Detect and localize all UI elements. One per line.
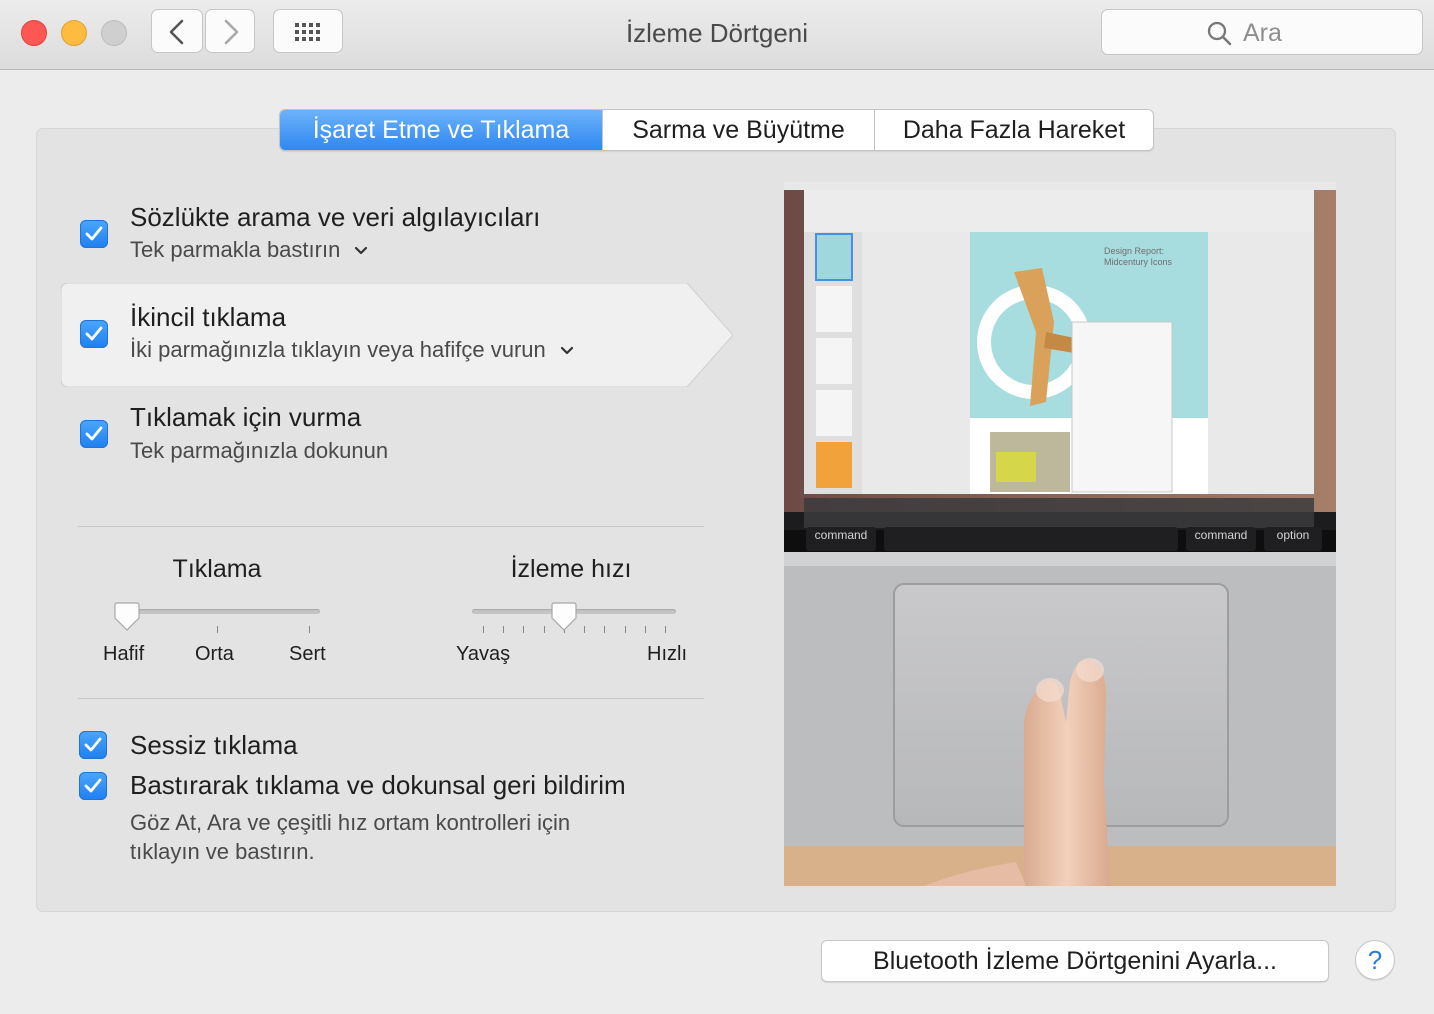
click-slider-label: Tıklama	[172, 555, 262, 583]
preview-key-command-left: command	[814, 528, 868, 542]
lookup-subtitle: Tek parmakla bastırın	[130, 237, 341, 262]
help-button[interactable]: ?	[1355, 940, 1395, 980]
slider-tick	[309, 626, 310, 633]
slider-tick	[483, 626, 484, 633]
secondary-click-subtitle-dropdown[interactable]: İki parmağınızla tıklayın veya hafifçe v…	[130, 337, 574, 363]
force-click-desc-line1: Göz At, Ara ve çeşitli hız ortam kontrol…	[130, 810, 571, 835]
lookup-title: Sözlükte arama ve veri algılayıcıları	[130, 202, 541, 232]
divider	[78, 698, 704, 699]
checkmark-icon	[85, 426, 103, 441]
slider-tick	[604, 626, 606, 633]
slider-tick	[584, 626, 586, 633]
click-tick-light: Hafif	[103, 643, 145, 665]
click-tick-firm: Sert	[289, 643, 326, 665]
tap-to-click-checkbox[interactable]	[80, 420, 108, 448]
tab-bar: İşaret Etme ve Tıklama Sarma ve Büyütme …	[279, 109, 1154, 151]
click-slider-thumb[interactable]	[114, 602, 140, 632]
checkmark-icon	[85, 226, 103, 241]
slider-tick	[665, 626, 666, 633]
slider-tick	[503, 626, 505, 633]
tracking-slider-label: İzleme hızı	[510, 555, 632, 583]
force-click-title: Bastırarak tıklama ve dokunsal geri bild…	[130, 770, 626, 800]
search-icon	[1207, 21, 1232, 46]
slider-tick	[217, 626, 218, 633]
secondary-click-title: İkincil tıklama	[130, 302, 287, 332]
lookup-checkbox[interactable]	[80, 220, 108, 248]
slider-tick	[644, 626, 646, 633]
search-field[interactable]: Ara	[1101, 9, 1423, 55]
checkmark-icon	[84, 737, 102, 752]
tab-more-gestures[interactable]: Daha Fazla Hareket	[874, 110, 1153, 150]
selected-row-highlight	[61, 283, 733, 387]
tap-to-click-subtitle: Tek parmağınızla dokunun	[130, 438, 389, 463]
preview-key-command-right: command	[1194, 528, 1248, 542]
tracking-slider-thumb[interactable]	[551, 602, 577, 632]
slider-tick	[523, 626, 525, 633]
click-slider-track[interactable]	[115, 609, 320, 614]
chevron-down-icon	[560, 347, 573, 355]
preview-key-option: option	[1276, 528, 1310, 542]
lookup-subtitle-dropdown[interactable]: Tek parmakla bastırın	[130, 237, 368, 263]
slider-tick	[624, 626, 626, 633]
slider-tick	[543, 626, 545, 633]
secondary-click-checkbox[interactable]	[80, 320, 108, 348]
force-click-checkbox[interactable]	[79, 772, 107, 800]
click-tick-medium: Orta	[195, 643, 234, 665]
checkmark-icon	[84, 778, 102, 793]
title-bar: İzleme Dörtgeni Ara	[0, 0, 1434, 70]
gesture-preview-video: Design Report: Midcentury Icons command …	[784, 182, 1336, 886]
silent-click-checkbox[interactable]	[79, 731, 107, 759]
tracking-max-label: Hızlı	[647, 643, 687, 665]
tab-point-and-click[interactable]: İşaret Etme ve Tıklama	[280, 110, 602, 150]
tab-scroll-and-zoom[interactable]: Sarma ve Büyütme	[602, 110, 874, 150]
checkmark-icon	[85, 326, 103, 341]
chevron-down-icon	[355, 247, 368, 255]
divider	[78, 526, 704, 527]
force-click-desc-line2: tıklayın ve bastırın.	[130, 839, 315, 864]
tap-to-click-title: Tıklamak için vurma	[130, 402, 362, 432]
setup-bluetooth-trackpad-button[interactable]: Bluetooth İzleme Dörtgenini Ayarla...	[821, 940, 1329, 982]
secondary-click-subtitle: İki parmağınızla tıklayın veya hafifçe v…	[130, 337, 546, 362]
preview-doc-title: Design Report: Midcentury Icons	[1104, 246, 1173, 267]
tracking-min-label: Yavaş	[456, 643, 511, 665]
silent-click-title: Sessiz tıklama	[130, 730, 298, 760]
search-placeholder: Ara	[1243, 19, 1282, 47]
